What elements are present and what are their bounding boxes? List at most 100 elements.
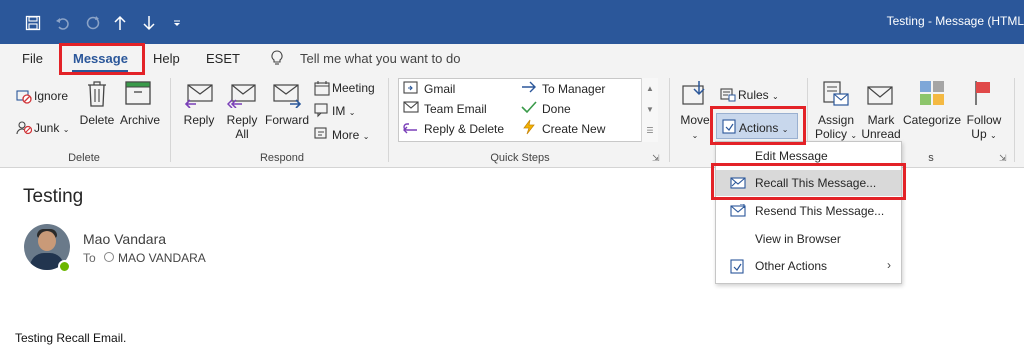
move-button[interactable]: Move ⌄: [680, 113, 709, 143]
im-label: IM: [332, 104, 346, 118]
reply-all-button[interactable]: Reply All: [227, 113, 258, 141]
lightning-icon: [521, 119, 537, 138]
up-arrow-icon[interactable]: [110, 12, 130, 34]
assign-policy-button[interactable]: Assign Policy ⌄: [815, 113, 857, 143]
actions-label[interactable]: Actions ⌄: [739, 121, 788, 135]
menu-item-view-in-browser[interactable]: View in Browser: [716, 226, 901, 252]
actions-menu: Edit Message Recall This Message... Rese…: [715, 141, 902, 284]
menu-item-edit-message[interactable]: Edit Message: [716, 143, 901, 169]
recipient-presence-icon: [104, 252, 114, 262]
menu-item-label: Other Actions: [755, 259, 828, 273]
menu-item-label: Recall This Message...: [755, 176, 877, 190]
tab-message[interactable]: Message: [73, 51, 128, 66]
categorize-button[interactable]: Categorize: [903, 113, 961, 127]
reply-delete-icon: [403, 120, 419, 137]
redo-icon[interactable]: [82, 12, 104, 34]
chevron-down-icon: ⌄: [362, 132, 370, 141]
customize-icon[interactable]: [170, 12, 184, 34]
mark-unread-button[interactable]: Mark Unread: [861, 113, 900, 141]
junk-icon: [16, 119, 33, 138]
move-icon: [681, 80, 709, 111]
archive-button[interactable]: Archive: [120, 113, 160, 127]
more-button[interactable]: More ⌄: [332, 128, 369, 142]
gmail-icon: [403, 80, 419, 99]
down-arrow-icon[interactable]: [139, 12, 159, 34]
assign-policy-icon: [822, 80, 850, 111]
sender-name[interactable]: Mao Vandara: [83, 231, 166, 247]
chevron-down-icon: ⌄: [772, 92, 779, 101]
chevron-down-icon: ⌄: [691, 131, 699, 140]
im-button[interactable]: IM ⌄: [332, 104, 355, 118]
tags-group-label: s: [928, 152, 934, 164]
expand-gallery-icon[interactable]: ☰: [642, 120, 658, 141]
forward-button[interactable]: Forward: [265, 113, 309, 127]
reply-all-label-line1: Reply: [226, 113, 258, 127]
quick-step-team-email[interactable]: Team Email: [424, 102, 487, 116]
more-icon: [314, 125, 330, 144]
dialog-launcher-icon[interactable]: ⇲: [652, 153, 660, 164]
recall-icon: [730, 176, 746, 193]
undo-icon[interactable]: [52, 12, 74, 34]
window-title: Testing - Message (HTML: [886, 14, 1024, 28]
other-actions-icon: [730, 259, 745, 277]
menu-item-label: Resend This Message...: [755, 204, 885, 218]
chevron-down-icon: ⌄: [781, 125, 789, 134]
ignore-icon: [16, 88, 32, 107]
archive-icon: [124, 80, 152, 109]
menu-item-other-actions[interactable]: Other Actions ›: [716, 253, 901, 279]
title-bar: Testing - Message (HTML: [0, 0, 1024, 44]
scroll-up-icon[interactable]: ▲: [642, 78, 658, 99]
more-label: More: [332, 128, 360, 142]
rules-label: Rules: [738, 88, 769, 102]
quick-steps-scroll[interactable]: ▲ ▼ ☰: [641, 78, 658, 142]
tab-eset[interactable]: ESET: [206, 51, 240, 66]
assign-policy-label-line1: Assign: [817, 113, 855, 127]
forward-icon: [272, 82, 302, 111]
move-label: Move: [680, 113, 710, 127]
dialog-launcher-icon[interactable]: ⇲: [999, 153, 1007, 164]
tab-file[interactable]: File: [22, 51, 43, 66]
save-icon[interactable]: [22, 12, 44, 34]
assign-policy-label-line2: Policy: [814, 127, 847, 141]
im-icon: [314, 102, 330, 121]
recipient-name[interactable]: MAO VANDARA: [118, 251, 206, 265]
group-divider: [1014, 78, 1015, 162]
message-subject: Testing: [23, 186, 84, 207]
delete-button[interactable]: Delete: [80, 113, 115, 127]
quick-step-gmail[interactable]: Gmail: [424, 82, 455, 96]
lightbulb-icon: [271, 50, 283, 69]
meeting-icon: [314, 80, 330, 99]
meeting-button[interactable]: Meeting: [332, 81, 375, 95]
ignore-button[interactable]: Ignore: [34, 89, 68, 103]
junk-button[interactable]: Junk ⌄: [34, 121, 69, 135]
group-divider: [388, 78, 389, 162]
chevron-down-icon: ⌄: [989, 131, 997, 140]
quick-step-done[interactable]: Done: [542, 102, 571, 116]
reply-icon: [184, 82, 214, 111]
flag-icon: [972, 79, 994, 110]
rules-icon: [720, 86, 736, 105]
reply-button[interactable]: Reply: [184, 113, 215, 127]
menu-item-resend-message[interactable]: Resend This Message...: [716, 198, 901, 224]
scroll-down-icon[interactable]: ▼: [642, 99, 658, 120]
quick-step-create-new[interactable]: Create New: [542, 122, 605, 136]
tab-help[interactable]: Help: [153, 51, 180, 66]
follow-up-button[interactable]: Follow Up ⌄: [967, 113, 1002, 143]
menu-item-label: Edit Message: [755, 149, 828, 163]
menu-item-recall-message[interactable]: Recall This Message...: [716, 170, 901, 196]
respond-group-label: Respond: [259, 152, 305, 164]
menu-item-label: View in Browser: [755, 232, 841, 246]
quick-step-reply-delete[interactable]: Reply & Delete: [424, 122, 504, 136]
mark-unread-icon: [866, 82, 894, 111]
quick-step-to-manager[interactable]: To Manager: [542, 82, 605, 96]
chevron-down-icon: ⌄: [62, 125, 70, 134]
junk-label: Junk: [34, 121, 60, 135]
group-divider: [669, 78, 670, 162]
chevron-down-icon: ⌄: [348, 108, 356, 117]
resend-icon: [730, 203, 746, 221]
rules-button[interactable]: Rules ⌄: [738, 88, 779, 102]
mark-unread-label-line1: Mark: [867, 113, 895, 127]
categorize-icon: [918, 79, 946, 110]
delete-group-label: Delete: [68, 152, 100, 164]
tell-me-search[interactable]: Tell me what you want to do: [300, 51, 460, 66]
